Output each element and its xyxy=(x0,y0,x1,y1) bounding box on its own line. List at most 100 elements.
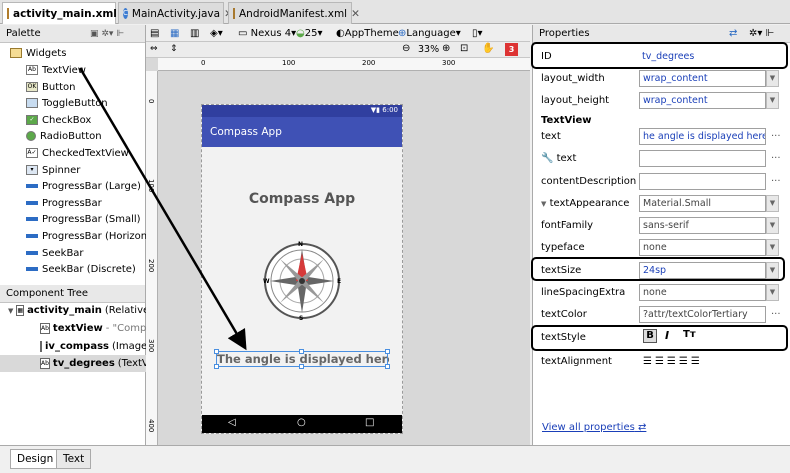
component-tree-title: Component Tree xyxy=(6,288,89,299)
compass-image[interactable] xyxy=(262,241,342,321)
tree-node-textview[interactable]: Ab textView - "Compas xyxy=(40,320,146,337)
palette-item-progressbar-large[interactable]: ProgressBar (Large) xyxy=(26,178,141,194)
resize-icon[interactable]: ⇕ xyxy=(170,44,178,54)
tab-manifest[interactable]: AndroidManifest.xml ✕ xyxy=(228,2,360,24)
zoom-out-icon[interactable]: ⊖ xyxy=(402,43,410,54)
view-all-properties-link[interactable]: View all properties ⇄ xyxy=(542,422,646,433)
back-icon[interactable]: ◁ xyxy=(228,417,236,428)
text-appearance-field[interactable]: Material.Small xyxy=(639,194,766,212)
palette-item-label: CheckBox xyxy=(42,114,92,126)
palette-item-radiobutton[interactable]: RadioButton xyxy=(26,128,102,144)
palette-item-textview[interactable]: Ab TextView xyxy=(26,62,86,78)
tab-text[interactable]: Text xyxy=(56,449,92,469)
layout-width-field[interactable]: wrap_content xyxy=(639,69,766,87)
palette-item-progressbar-horizontal[interactable]: ProgressBar (Horizontal) xyxy=(26,228,164,244)
resize-handle[interactable] xyxy=(385,349,390,354)
zoom-level: 33% xyxy=(418,44,440,55)
resize-handle[interactable] xyxy=(214,364,219,369)
palette-item-progressbar[interactable]: ProgressBar xyxy=(26,195,102,211)
tree-node-tv-degrees[interactable]: Ab tv_degrees (TextView xyxy=(0,355,146,372)
prop-row-text-color: textColor ?attr/textColorTertiary ··· xyxy=(533,303,790,325)
resize-handle[interactable] xyxy=(299,349,304,354)
palette-group-widgets[interactable]: Widgets xyxy=(10,45,66,61)
properties-settings-icon[interactable]: ✲▾ ⊩ xyxy=(749,28,774,39)
chevron-down-icon[interactable]: ▼ xyxy=(766,194,779,212)
palette-item-seekbar-discrete[interactable]: SeekBar (Discrete) xyxy=(26,261,136,277)
recents-icon[interactable]: □ xyxy=(365,417,374,428)
palette-item-label: CheckedTextView xyxy=(42,147,129,159)
prop-section-title: TextView xyxy=(541,114,592,126)
more-icon[interactable]: ··· xyxy=(771,131,781,142)
api-selector[interactable]: ◒ 25 ▾ xyxy=(296,26,323,41)
ruler-tick: 0 xyxy=(147,99,155,104)
both-views-icon[interactable]: ▥ xyxy=(190,26,199,41)
text-alignment-icons[interactable]: ☰☰☰☰☰ xyxy=(643,356,703,367)
palette-item-progressbar-small[interactable]: ProgressBar (Small) xyxy=(26,211,141,227)
layout-height-field[interactable]: wrap_content xyxy=(639,91,766,109)
button-icon: OK xyxy=(26,82,38,92)
design-toolbar: ▤ ▦ ▥ ◈▾ ▭ Nexus 4 ▾ ◒ 25 ▾ ◐ AppTheme ⊕ Lang… xyxy=(146,25,530,42)
pan-hand-icon[interactable]: ✋ xyxy=(482,43,494,54)
expand-arrow-icon[interactable]: ▼ xyxy=(541,200,546,208)
device-selector[interactable]: ▭ Nexus 4 ▾ xyxy=(238,26,296,41)
tab-design[interactable]: Design xyxy=(10,449,61,469)
degrees-textview[interactable]: The angle is displayed here... xyxy=(214,349,390,369)
spinner-icon: ▾ xyxy=(26,165,38,175)
tree-node-root[interactable]: ▼ ▦ activity_main (RelativeLa xyxy=(8,302,146,319)
typeface-field[interactable]: none xyxy=(639,238,766,256)
resize-handle[interactable] xyxy=(299,364,304,369)
resize-handle[interactable] xyxy=(385,364,390,369)
compass-letter-n: N xyxy=(298,241,304,248)
home-icon[interactable]: ○ xyxy=(297,417,306,428)
palette-item-button[interactable]: OK Button xyxy=(26,79,76,95)
chevron-down-icon[interactable]: ▼ xyxy=(766,238,779,256)
chevron-down-icon[interactable]: ▼ xyxy=(766,69,779,87)
tab-label: Text xyxy=(63,453,85,465)
phone-variant-icon[interactable]: ▯▾ xyxy=(472,26,483,41)
line-spacing-field[interactable]: none xyxy=(639,283,766,301)
fit-screen-icon[interactable]: ⊡ xyxy=(460,43,468,54)
resize-handle[interactable] xyxy=(214,349,219,354)
palette-item-seekbar[interactable]: SeekBar xyxy=(26,245,84,261)
chevron-down-icon[interactable]: ▼ xyxy=(766,283,779,301)
design-view-icon[interactable]: ▤ xyxy=(150,26,159,41)
text-field[interactable]: he angle is displayed here... xyxy=(639,127,766,145)
tab-mainactivity[interactable]: C MainActivity.java ✕ xyxy=(118,2,233,24)
more-icon[interactable]: ··· xyxy=(771,153,781,164)
palette-item-spinner[interactable]: ▾ Spinner xyxy=(26,162,80,178)
warnings-badge[interactable]: 3 xyxy=(505,43,518,56)
palette-settings-icon[interactable]: ▣ ✲▾ ⊩ xyxy=(90,29,124,39)
orientation-icon[interactable]: ◈▾ xyxy=(210,26,223,41)
tree-node-label: iv_compass xyxy=(45,341,109,352)
font-family-field[interactable]: sans-serif xyxy=(639,216,766,234)
expand-arrow-icon[interactable]: ▼ xyxy=(8,307,13,315)
tree-node-iv-compass[interactable]: iv_compass (ImageV xyxy=(40,338,146,355)
blueprint-view-icon[interactable]: ▦ xyxy=(170,26,179,41)
heading-textview[interactable]: Compass App xyxy=(202,191,402,207)
close-icon[interactable]: ✕ xyxy=(351,8,360,20)
palette-item-checkbox[interactable]: ✓ CheckBox xyxy=(26,112,91,128)
chevron-down-icon[interactable]: ▼ xyxy=(766,216,779,234)
more-icon[interactable]: ··· xyxy=(771,309,781,320)
palette-item-label: Spinner xyxy=(42,164,81,176)
more-icon[interactable]: ··· xyxy=(771,176,781,187)
design-canvas[interactable]: ⇔ ⇕ ⊖ 33% ⊕ ⊡ ✋ 3 0 100 200 300 0 100 20… xyxy=(146,42,530,445)
component-tree-panel: Component Tree ▼ ▦ activity_main (Relati… xyxy=(0,285,146,445)
wifi-battery-icon: ▼▮ xyxy=(370,106,380,114)
swap-view-icon[interactable]: ⇄ xyxy=(729,28,737,39)
pan-icon[interactable]: ⇔ xyxy=(150,44,158,54)
palette-item-togglebutton[interactable]: ToggleButton xyxy=(26,95,108,111)
zoom-in-icon[interactable]: ⊕ xyxy=(442,43,450,54)
language-selector[interactable]: ⊕ Language ▾ xyxy=(398,26,461,41)
tab-label: Design xyxy=(17,453,54,465)
content-description-field[interactable] xyxy=(639,172,766,190)
palette-item-checkedtextview[interactable]: A✓ CheckedTextView xyxy=(26,145,129,161)
swap-view-icon: ⇄ xyxy=(638,422,647,433)
chevron-down-icon[interactable]: ▼ xyxy=(766,91,779,109)
theme-selector[interactable]: ◐ AppTheme xyxy=(336,26,399,41)
seekbar-discrete-icon xyxy=(26,267,38,271)
phone-screen[interactable]: ▼▮ 6:00 Compass App Compass App N E S W … xyxy=(201,104,403,434)
tools-text-field[interactable] xyxy=(639,149,766,167)
text-color-field[interactable]: ?attr/textColorTertiary xyxy=(639,305,766,323)
tab-activity-main[interactable]: activity_main.xml ✕ xyxy=(2,2,130,24)
